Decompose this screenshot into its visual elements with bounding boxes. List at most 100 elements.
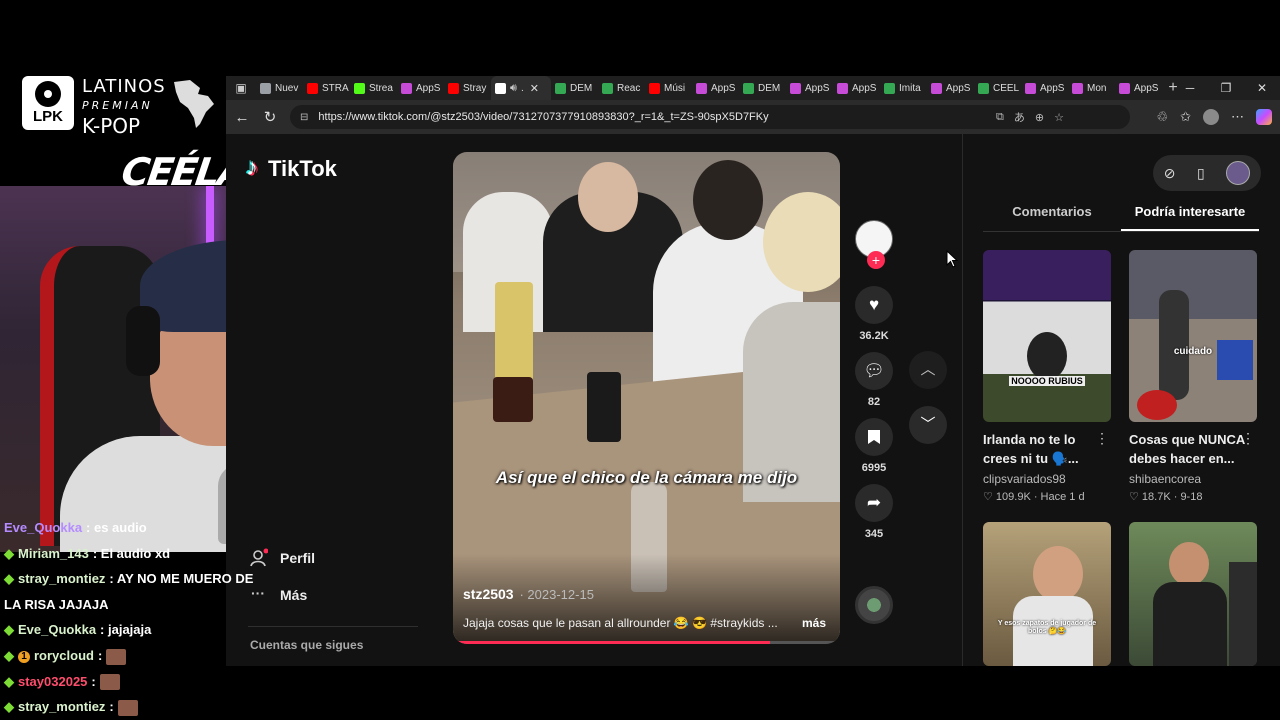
share-action[interactable]: ➦ 345 — [852, 484, 896, 540]
browser-tab[interactable]: DEM — [739, 76, 786, 100]
browser-tab[interactable]: AppS — [927, 76, 974, 100]
chat-username[interactable]: stray_montiez — [18, 699, 105, 714]
sidebar-item-more[interactable]: ··· Más — [248, 585, 307, 605]
bookmark-icon[interactable] — [855, 418, 893, 456]
chat-username[interactable]: Eve_Quokka — [4, 520, 82, 535]
browser-tab[interactable]: AppS — [786, 76, 833, 100]
heart-icon[interactable]: ♥ — [855, 286, 893, 324]
browser-tab[interactable]: AppS — [1021, 76, 1068, 100]
browser-tab[interactable]: 🔊︎. ✕ — [491, 76, 551, 100]
copilot-icon[interactable] — [1256, 109, 1272, 125]
recommended-card[interactable] — [1129, 522, 1257, 666]
video-author[interactable]: stz2503 · 2023-12-15 — [463, 586, 594, 602]
recommended-author[interactable]: shibaencorea — [1129, 472, 1257, 486]
site-info-icon[interactable]: ⊟ — [300, 112, 308, 123]
following-header: Cuentas que sigues — [250, 638, 364, 652]
close-tab-icon[interactable]: ✕ — [530, 82, 539, 95]
tab-recommended[interactable]: Podría interesarte — [1121, 198, 1259, 231]
address-bar[interactable]: ⊟ https://www.tiktok.com/@stz2503/video/… — [290, 105, 1130, 129]
zoom-icon[interactable]: ⊕ — [1035, 111, 1044, 124]
video-player[interactable]: Así que el chico de la cámara me dijo st… — [453, 152, 840, 644]
like-action[interactable]: ♥ 36.2K — [852, 286, 896, 342]
browser-tab[interactable]: AppS — [397, 76, 444, 100]
next-video-button[interactable]: ﹀ — [909, 406, 947, 444]
creator-avatar-image[interactable]: + — [855, 220, 893, 269]
browser-tab[interactable]: Músi — [645, 76, 692, 100]
browser-tab[interactable]: Stray — [444, 76, 491, 100]
back-button[interactable]: ← — [228, 109, 256, 126]
refresh-button[interactable]: ↻ — [256, 108, 284, 126]
chat-username[interactable]: Eve_Quokka — [18, 622, 96, 637]
comment-count: 82 — [867, 396, 881, 408]
stream-layout: LPK LATINOS PREMIAN K-POP NY CEÉLA ▣ Nue… — [0, 0, 1280, 720]
extension-icon[interactable]: ♲ — [1156, 109, 1168, 125]
like-count: 36.2K — [859, 330, 889, 342]
minimize-button[interactable]: ─ — [1172, 76, 1208, 100]
recommended-thumbnail[interactable]: cuidado — [1129, 250, 1257, 422]
favorites-icon[interactable]: ✩ — [1180, 109, 1191, 125]
tiktok-logo[interactable]: TikTok — [246, 154, 337, 182]
previous-video-button[interactable]: ︿ — [909, 351, 947, 389]
card-menu-icon[interactable]: ⋮ — [1095, 430, 1109, 447]
brand-line-1: LATINOS — [82, 76, 166, 97]
browser-tab[interactable]: AppS — [692, 76, 739, 100]
recommended-thumbnail[interactable]: Y esos zapatos de jugador de bolos 🤔😂 — [983, 522, 1111, 666]
recommended-card[interactable]: cuidado Cosas que NUNCA debes hacer en..… — [1129, 250, 1257, 503]
recommended-card[interactable]: NOOOO RUBIUS Irlanda no te lo crees ni t… — [983, 250, 1111, 503]
description-more-link[interactable]: más — [802, 616, 826, 630]
headset — [126, 306, 160, 376]
recommended-title[interactable]: Cosas que NUNCA debes hacer en... — [1129, 430, 1257, 468]
chat-username[interactable]: stay032025 — [18, 674, 87, 689]
author-name[interactable]: stz2503 — [463, 586, 514, 602]
chat-username[interactable]: stray_montiez — [18, 571, 105, 586]
follow-plus-icon[interactable]: + — [867, 251, 885, 269]
sidebar-item-profile[interactable]: Perfil — [248, 548, 315, 568]
chat-username[interactable]: Miriam_143 — [18, 546, 89, 561]
share-icon[interactable]: ➦ — [855, 484, 893, 522]
lpk-logo: LPK LATINOS PREMIAN K-POP — [20, 76, 220, 138]
browser-tab[interactable]: Reac — [598, 76, 645, 100]
recommended-title[interactable]: Irlanda no te lo crees ni tu 🗣️... — [983, 430, 1111, 468]
save-action[interactable]: 6995 — [852, 418, 896, 474]
recommended-card[interactable]: Y esos zapatos de jugador de bolos 🤔😂 — [983, 522, 1111, 666]
user-avatar[interactable] — [1226, 161, 1251, 185]
music-disc-icon[interactable] — [855, 586, 893, 624]
chat-username[interactable]: rorycloud — [34, 648, 94, 663]
chat-message-continuation: LA RISA JAJAJA — [4, 596, 109, 612]
comment-icon[interactable]: 💬︎ — [855, 352, 893, 390]
card-menu-icon[interactable]: ⋮ — [1241, 430, 1255, 447]
tab-actions-icon[interactable]: ▣ — [226, 81, 256, 95]
comment-action[interactable]: 💬︎ 82 — [852, 352, 896, 408]
browser-tab[interactable]: STRA — [303, 76, 350, 100]
tab-label: STRA — [322, 82, 349, 94]
settings-menu-icon[interactable]: ⋯ — [1231, 109, 1244, 125]
favorite-star-icon[interactable]: ☆ — [1054, 111, 1064, 124]
browser-tab[interactable]: Strea — [350, 76, 397, 100]
creator-avatar[interactable]: + — [852, 220, 896, 269]
read-aloud-icon[interactable]: あ — [1014, 109, 1025, 125]
activity-icon[interactable]: ⊘ — [1164, 165, 1176, 182]
recommended-thumbnail[interactable] — [1129, 522, 1257, 666]
appsheet-icon — [931, 82, 942, 94]
browser-tab[interactable]: DEM — [551, 76, 598, 100]
appsheet-icon — [1025, 82, 1036, 94]
browser-tab[interactable]: Imita — [880, 76, 927, 100]
video-progress-bar[interactable] — [453, 641, 840, 644]
browser-tab[interactable]: Mon — [1068, 76, 1115, 100]
device-icon[interactable]: ▯ — [1197, 165, 1205, 182]
app-available-icon[interactable]: ⧉ — [996, 111, 1004, 124]
music-disc[interactable] — [852, 586, 896, 624]
browser-tab[interactable]: Nuev — [256, 76, 303, 100]
close-window-button[interactable]: ✕ — [1244, 76, 1280, 100]
browser-tab[interactable]: AppS — [833, 76, 880, 100]
speaker-icon[interactable]: 🔊︎ — [510, 82, 517, 95]
profile-avatar[interactable] — [1203, 109, 1219, 125]
recommended-thumbnail[interactable]: NOOOO RUBIUS — [983, 250, 1111, 422]
browser-tab[interactable]: CEEL — [974, 76, 1021, 100]
browser-tab[interactable]: AppS — [1115, 76, 1162, 100]
thumb-object — [1137, 390, 1177, 420]
tab-comments[interactable]: Comentarios — [983, 198, 1121, 231]
restore-button[interactable]: ❐ — [1208, 76, 1244, 100]
recommended-author[interactable]: clipsvariados98 — [983, 472, 1111, 486]
video-cup — [495, 282, 533, 382]
